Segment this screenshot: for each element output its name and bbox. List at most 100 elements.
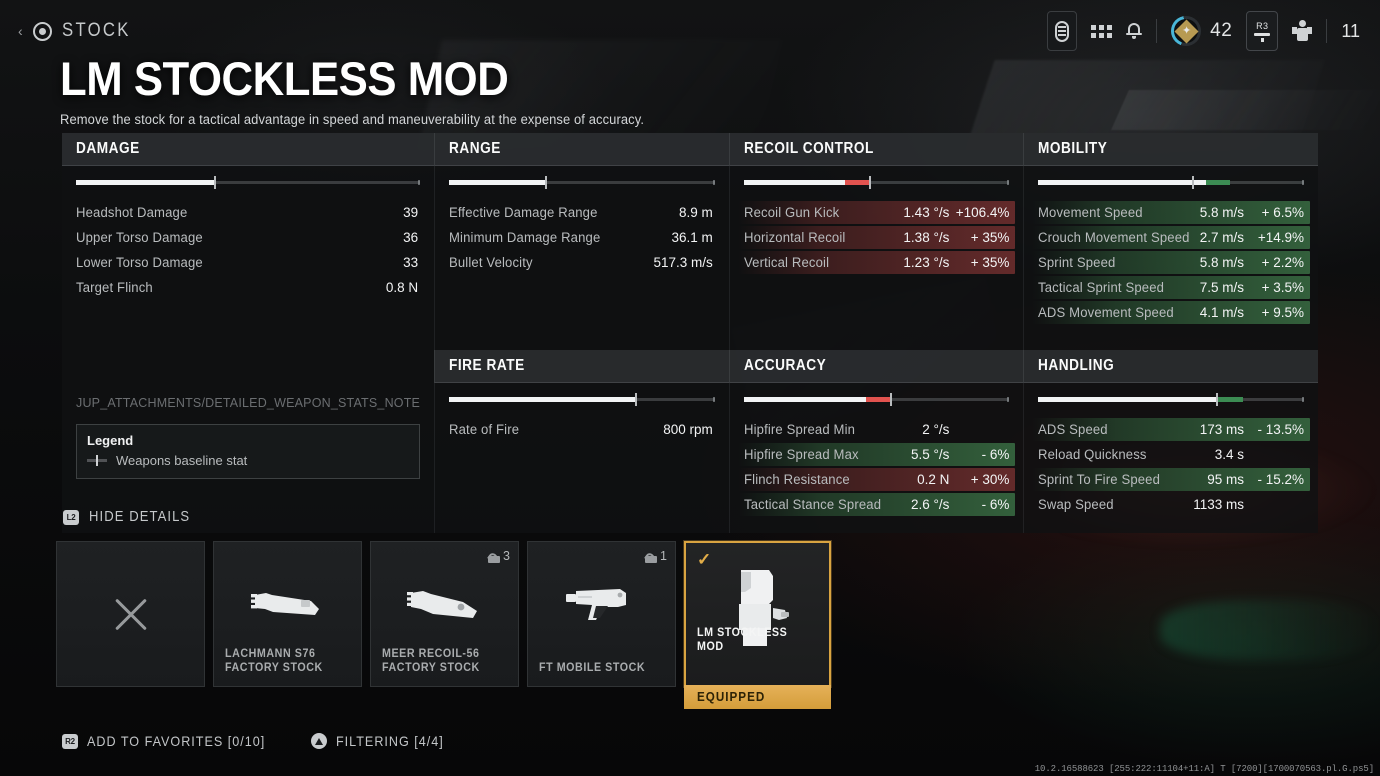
apps-grid-icon[interactable] [1091,24,1113,38]
stat-name: ADS Speed [1038,422,1109,437]
toolbar-divider [1156,19,1158,43]
stat-value: 36.1 m [671,230,713,245]
stat-delta: - 13.5% [1257,422,1304,437]
rank-display[interactable]: ✦ 42 [1171,16,1232,46]
attachment-card-lm-stockless-mod[interactable]: ✓ LM STOCKLESS MOD EQUIPPED [684,541,831,709]
weapon-stats-grid: DAMAGE Headshot Damage 39 Upper Torso Da… [62,133,1318,533]
stat-delta: + 3.5% [1261,280,1304,295]
stat-delta: - 6% [981,447,1010,462]
stat-value: 0.2 N [917,472,950,487]
build-version-string: 10.2.16588623 [255:222:11104+11:A] T [72… [1034,764,1374,774]
filtering-button[interactable]: FILTERING [4/4] [311,733,456,749]
stat-row: Reload Quickness 3.4 s [1038,442,1304,467]
stat-row: Lower Torso Damage 33 [76,250,420,275]
stat-name: Sprint To Fire Speed [1038,472,1161,487]
stat-panel-damage: DAMAGE Headshot Damage 39 Upper Torso Da… [62,133,435,487]
stat-value: 7.5 m/s [1199,280,1244,295]
stat-panel-range: RANGE Effective Damage Range 8.9 m Minim… [434,133,729,350]
panel-header: MOBILITY [1023,133,1318,166]
lock-count: 1 [660,549,667,563]
stat-value: 0.8 N [385,280,419,295]
stat-delta: + 9.5% [1261,305,1304,320]
page-title: LM STOCKLESS MOD [60,52,509,105]
stat-value: 173 ms [1199,422,1244,437]
title-block: LM STOCKLESS MOD Remove the stock for a … [60,55,668,127]
stat-value: 4.1 m/s [1199,305,1244,320]
panel-body: ADS Speed 173 ms - 13.5% Reload Quicknes… [1023,383,1318,533]
stat-row: Recoil Gun Kick 1.43 °/s +106.4% [737,200,1016,225]
stat-bar-mobility [1038,176,1304,189]
right-stick-icon [1254,32,1271,36]
stock-meer-icon [371,566,518,642]
battlepass-token-button[interactable] [1047,11,1078,51]
stat-value: 5.5 °/s [910,447,950,462]
operator-icon[interactable] [1292,20,1313,42]
bell-icon[interactable] [1126,22,1143,40]
stat-row: Headshot Damage 39 [76,200,420,225]
baseline-tick-icon [87,454,107,466]
panel-body: Rate of Fire 800 rpm [434,383,729,533]
stat-delta: + 30% [970,472,1010,487]
attachment-card-none[interactable] [56,541,205,687]
stat-name: Rate of Fire [449,422,520,437]
panel-title: RECOIL CONTROL [743,140,874,157]
stat-value: 33 [403,255,419,270]
r3-inspect-button[interactable]: R3 [1246,11,1279,51]
stat-delta: +14.9% [1257,230,1304,245]
r2-button-icon: R2 [62,733,78,749]
stat-value: 5.8 m/s [1199,255,1244,270]
stat-name: Bullet Velocity [449,255,533,270]
attachment-card-lachmann-s76[interactable]: LACHMANN S76 FACTORY STOCK [213,541,362,687]
stat-value: 8.9 m [678,205,713,220]
stat-value: 1.38 °/s [903,230,950,245]
stats-note: JUP_ATTACHMENTS/DETAILED_WEAPON_STATS_NO… [76,396,421,410]
panel-header: FIRE RATE [434,350,729,383]
attachment-name: LM STOCKLESS MOD [697,626,788,654]
stat-row: Flinch Resistance 0.2 N + 30% [737,467,1016,492]
legend-box: Legend Weapons baseline stat [76,423,421,479]
stats-column-1: DAMAGE Headshot Damage 39 Upper Torso Da… [62,133,435,533]
stat-bar-recoil [743,176,1010,189]
equipped-badge: EQUIPPED [684,685,831,709]
stat-row: Sprint Speed 5.8 m/s + 2.2% [1032,250,1310,275]
legend-entry-label: Weapons baseline stat [116,452,248,468]
lock-icon [486,550,501,563]
stat-row: Movement Speed 5.8 m/s + 6.5% [1032,200,1310,225]
stat-bar-damage [76,176,421,189]
stock-ft-mobile-icon [528,566,675,642]
stat-bar-range [449,176,715,189]
stats-column-4: MOBILITY Movement Speed 5.8 m/s + 6.5% C… [1023,133,1318,533]
stat-value: 800 rpm [663,422,713,437]
r3-button-label: R3 [1256,20,1269,31]
add-to-favorites-button[interactable]: R2 ADD TO FAVORITES [0/10] [62,733,285,749]
stat-name: Headshot Damage [76,205,188,220]
lock-icon [643,550,658,563]
panel-title: DAMAGE [76,140,140,157]
stat-value: 39 [403,205,419,220]
stat-name: Tactical Sprint Speed [1038,280,1165,295]
hide-details-label: HIDE DETAILS [89,509,191,525]
stat-row: Upper Torso Damage 36 [76,225,420,250]
attachment-carousel: LACHMANN S76 FACTORY STOCK 3 MEER RECOIL-… [56,541,831,709]
attachment-name: LACHMANN S76 FACTORY STOCK [225,647,323,675]
stat-value: 3.4 s [1214,447,1244,462]
stat-name: Vertical Recoil [743,255,829,270]
stat-name: Crouch Movement Speed [1038,230,1190,245]
attachment-card-ft-mobile-stock[interactable]: 1 FT MOBILE STOCK [527,541,676,687]
stat-value: 2.7 m/s [1199,230,1244,245]
hide-details-button[interactable]: L2 HIDE DETAILS [63,509,201,525]
stat-name: Reload Quickness [1038,447,1147,462]
panel-title: HANDLING [1038,357,1115,374]
panel-body: Effective Damage Range 8.9 m Minimum Dam… [434,166,729,350]
stat-delta: +106.4% [955,205,1010,220]
stat-row: Sprint To Fire Speed 95 ms - 15.2% [1032,467,1310,492]
stat-value: 1.23 °/s [903,255,950,270]
triangle-icon [311,733,328,749]
back-breadcrumb-button[interactable]: ‹ STOCK [18,20,140,42]
stat-name: Horizontal Recoil [743,230,846,245]
attachment-card-meer-recoil-56[interactable]: 3 MEER RECOIL-56 FACTORY STOCK [370,541,519,687]
stat-delta: - 6% [981,497,1010,512]
stat-row: ADS Speed 173 ms - 13.5% [1032,417,1310,442]
panel-header: ACCURACY [728,350,1024,383]
stat-panel-mobility: MOBILITY Movement Speed 5.8 m/s + 6.5% C… [1023,133,1318,350]
